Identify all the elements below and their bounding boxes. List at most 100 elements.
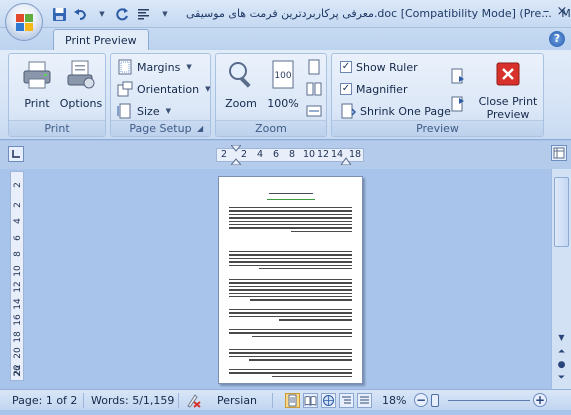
ruler-tick-label: 2 <box>221 149 228 160</box>
vertical-ruler[interactable]: 2 2 4 6 8 10 12 14 16 18 20 22 26 <box>10 171 24 381</box>
page-text-line <box>252 335 352 338</box>
previous-page-icon <box>451 96 464 112</box>
ruler-tick-label: 12 <box>317 149 330 160</box>
repeat-button[interactable] <box>113 5 131 23</box>
page-width-button[interactable] <box>306 101 322 121</box>
zoom-slider-track[interactable] <box>448 400 530 401</box>
page-text-line <box>229 227 352 229</box>
customize-qat-button[interactable]: ▼ <box>155 5 173 23</box>
undo-dropdown[interactable]: ▼ <box>92 5 110 23</box>
print-layout-view-button[interactable] <box>285 393 300 408</box>
page-text-line <box>229 261 352 263</box>
page-text-line <box>229 254 352 256</box>
next-page-icon <box>451 68 464 84</box>
magnifier-checkbox[interactable]: ✓ Magnifier <box>340 79 407 99</box>
page-text-line <box>229 315 352 318</box>
scroll-down-button[interactable]: ▼ <box>554 331 569 345</box>
paragraph-format-button[interactable] <box>134 5 152 23</box>
web-layout-button[interactable] <box>321 393 336 408</box>
page-text-line <box>229 292 352 294</box>
undo-button[interactable] <box>71 5 89 23</box>
page-text-line <box>229 207 352 209</box>
show-ruler-check-icon: ✓ <box>340 61 352 73</box>
horizontal-ruler[interactable]: 2 2 4 6 8 10 12 14 18 <box>216 145 364 165</box>
page-count[interactable]: Page: 1 of 2 <box>12 390 77 411</box>
previous-page-nav-button[interactable]: ⏶ <box>556 347 567 358</box>
outline-view-button[interactable] <box>339 393 354 408</box>
proofing-status[interactable] <box>186 393 202 414</box>
ribbon: Print Options Print Margins ▼ Orientatio… <box>0 50 571 140</box>
scrollbar-thumb[interactable] <box>554 177 569 247</box>
page-text-line <box>250 299 352 301</box>
ruler-tick-label: 2 <box>13 202 23 208</box>
zoom-slider-thumb[interactable] <box>431 394 439 407</box>
outline-icon <box>342 396 351 404</box>
view-ruler-button[interactable] <box>551 145 567 161</box>
zoom-out-button[interactable]: − <box>414 393 428 407</box>
help-button[interactable]: ? <box>549 31 565 47</box>
page-text-line <box>229 296 352 298</box>
page-setup-dialog-launcher-icon[interactable]: ◢ <box>197 124 207 134</box>
plus-icon: + <box>534 393 546 407</box>
shrink-page-icon <box>341 103 356 119</box>
close-icon: × <box>556 3 568 19</box>
page-text-line <box>267 199 315 201</box>
page-text-line <box>229 309 352 311</box>
select-browse-object-button[interactable]: ● <box>556 360 567 371</box>
repeat-icon <box>115 7 128 20</box>
close-window-button[interactable]: × <box>550 1 571 21</box>
left-indent-marker-icon[interactable] <box>231 145 241 165</box>
globe-icon <box>323 395 334 406</box>
save-button[interactable] <box>50 5 68 23</box>
title-bar: ▼ ▼ معرفی پرکاربردترین فرمت های موسیقی.d… <box>0 0 571 28</box>
draft-view-button[interactable] <box>357 393 372 408</box>
page-text-line <box>269 193 313 195</box>
next-page-nav-button[interactable]: ⏷ <box>556 373 567 384</box>
tab-label: Print Preview <box>65 34 137 47</box>
next-page-button[interactable] <box>450 66 466 86</box>
zoom-level[interactable]: 18% <box>382 390 406 411</box>
document-page-preview[interactable] <box>218 176 363 384</box>
two-pages-button[interactable] <box>306 79 322 99</box>
tab-selector-button[interactable] <box>8 146 24 162</box>
zoom-100-button[interactable]: 100 100% <box>262 57 304 117</box>
group-label-print: Print <box>9 120 105 136</box>
double-down-arrow-icon: ⏷ <box>557 373 566 383</box>
word-count[interactable]: Words: 5/1,159 <box>91 390 174 411</box>
close-preview-icon <box>496 62 520 86</box>
margins-icon <box>118 59 132 75</box>
one-page-icon <box>308 59 320 75</box>
printer-icon <box>23 61 51 89</box>
page-text-line <box>229 220 352 222</box>
zoom-button[interactable]: Zoom <box>216 57 266 117</box>
full-screen-reading-button[interactable] <box>303 393 318 408</box>
minimize-icon: – <box>542 3 550 19</box>
size-button[interactable]: Size ▼ <box>117 101 171 121</box>
office-button[interactable] <box>5 3 43 41</box>
chevron-down-icon: ▼ <box>186 63 192 71</box>
page-text-line <box>229 285 352 288</box>
page-text-line <box>229 210 352 212</box>
double-up-arrow-icon: ⏶ <box>557 347 566 357</box>
paper-size-icon <box>117 103 131 119</box>
margins-button[interactable]: Margins ▼ <box>117 57 192 77</box>
one-page-button[interactable] <box>306 57 322 77</box>
status-separator <box>83 393 84 408</box>
show-ruler-checkbox[interactable]: ✓ Show Ruler <box>340 57 418 77</box>
previous-page-button[interactable] <box>450 94 466 114</box>
page-text-line <box>229 257 352 260</box>
chevron-down-icon: ▼ <box>162 10 168 18</box>
page-text-line <box>229 264 352 266</box>
options-button[interactable]: Options <box>55 57 107 117</box>
tab-print-preview[interactable]: Print Preview <box>53 29 149 51</box>
page-text-line <box>229 282 352 284</box>
zoom-in-button[interactable]: + <box>533 393 547 407</box>
shrink-one-page-button[interactable]: Shrink One Page <box>340 101 451 121</box>
ruler-tick-label: 8 <box>289 149 296 160</box>
orientation-label: Orientation <box>137 82 200 96</box>
language-indicator[interactable]: Persian <box>217 390 257 411</box>
vertical-scrollbar[interactable]: ▼ ⏶ ● ⏷ <box>551 169 571 389</box>
close-print-preview-button[interactable]: Close Print Preview <box>478 57 538 121</box>
orientation-button[interactable]: Orientation ▼ <box>117 79 211 99</box>
print-options-icon <box>67 60 95 89</box>
